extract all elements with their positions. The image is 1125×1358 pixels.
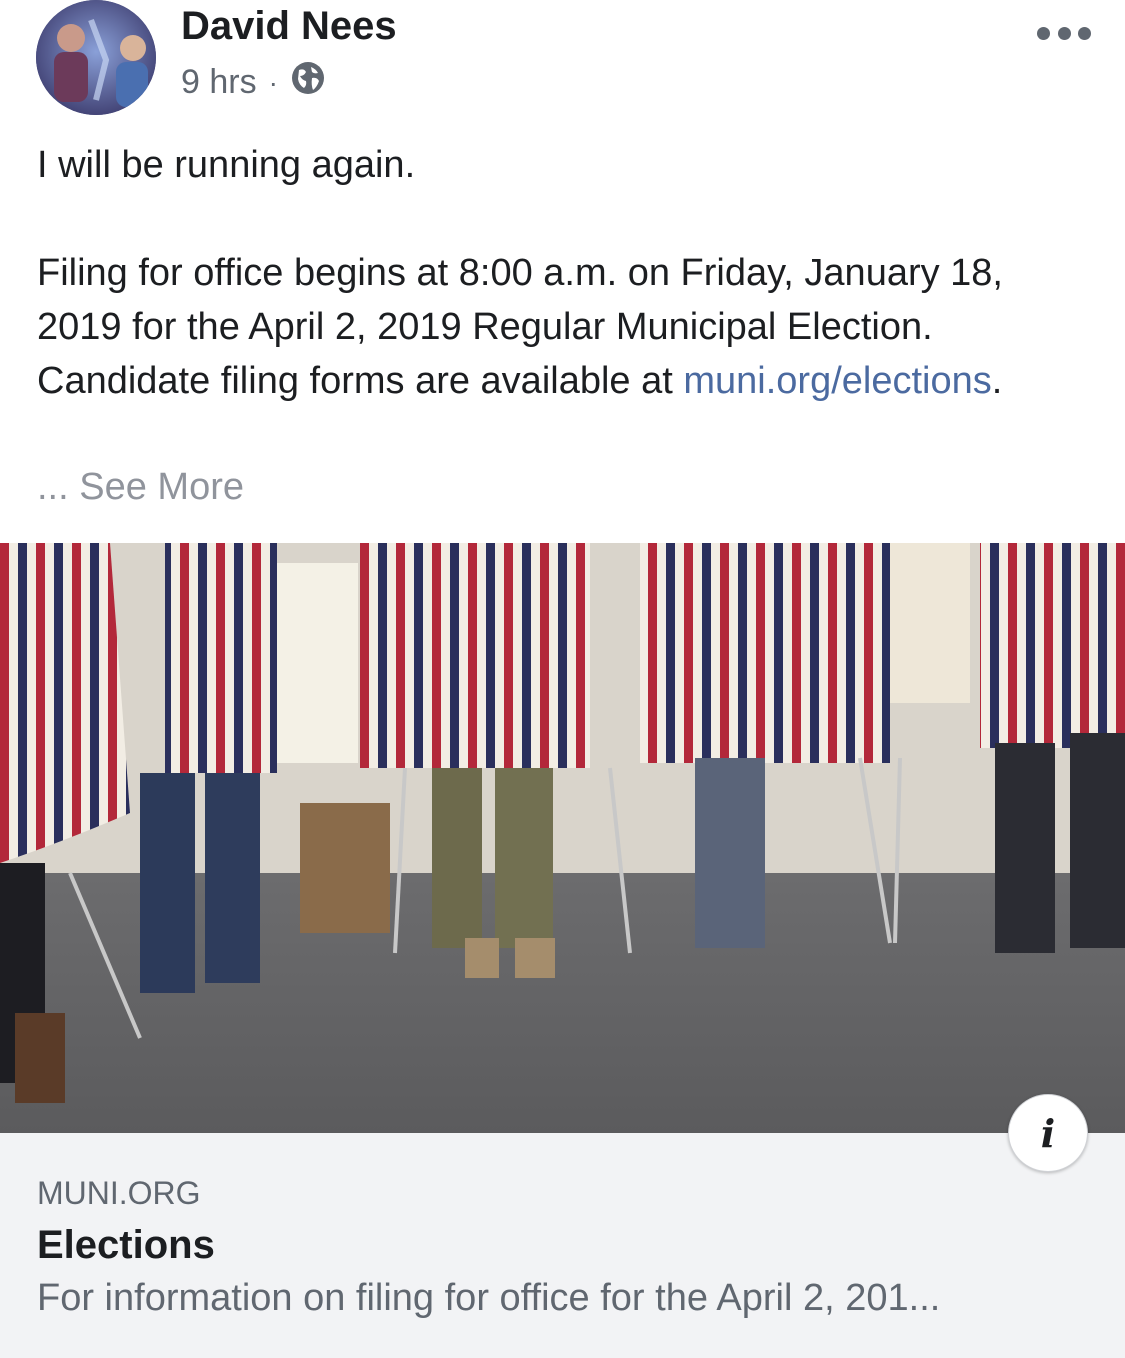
more-options-icon[interactable] [1037, 22, 1091, 44]
author-avatar[interactable] [36, 0, 156, 115]
link-preview-image[interactable] [0, 543, 1125, 1133]
post-meta: 9 hrs · [181, 60, 326, 105]
post-timestamp[interactable]: 9 hrs [181, 63, 257, 102]
more-dot [1078, 26, 1091, 40]
elections-link[interactable]: muni.org/elections [683, 360, 991, 402]
post-paragraph: Filing for office begins at 8:00 a.m. on… [37, 246, 1097, 408]
post-paragraph: I will be running again. [37, 144, 416, 186]
link-title[interactable]: Elections [37, 1223, 215, 1268]
see-more-row: ... See More [37, 460, 244, 514]
post-body: I will be running again. Filing for offi… [37, 138, 1097, 408]
more-dot [1037, 26, 1050, 40]
author-name[interactable]: David Nees [181, 4, 397, 49]
see-more-link[interactable]: See More [79, 466, 244, 508]
link-description: For information on filing for office for… [37, 1277, 941, 1319]
globe-icon[interactable] [290, 60, 326, 105]
link-card[interactable]: MUNI.ORG Elections For information on fi… [0, 1133, 1125, 1358]
ellipsis: ... [37, 466, 69, 508]
more-dot [1057, 26, 1071, 40]
meta-separator: · [268, 66, 278, 98]
info-icon[interactable]: i [1008, 1094, 1088, 1172]
link-suffix: . [991, 360, 1003, 402]
post-header: David Nees 9 hrs · [0, 0, 1125, 130]
link-domain: MUNI.ORG [37, 1175, 201, 1211]
